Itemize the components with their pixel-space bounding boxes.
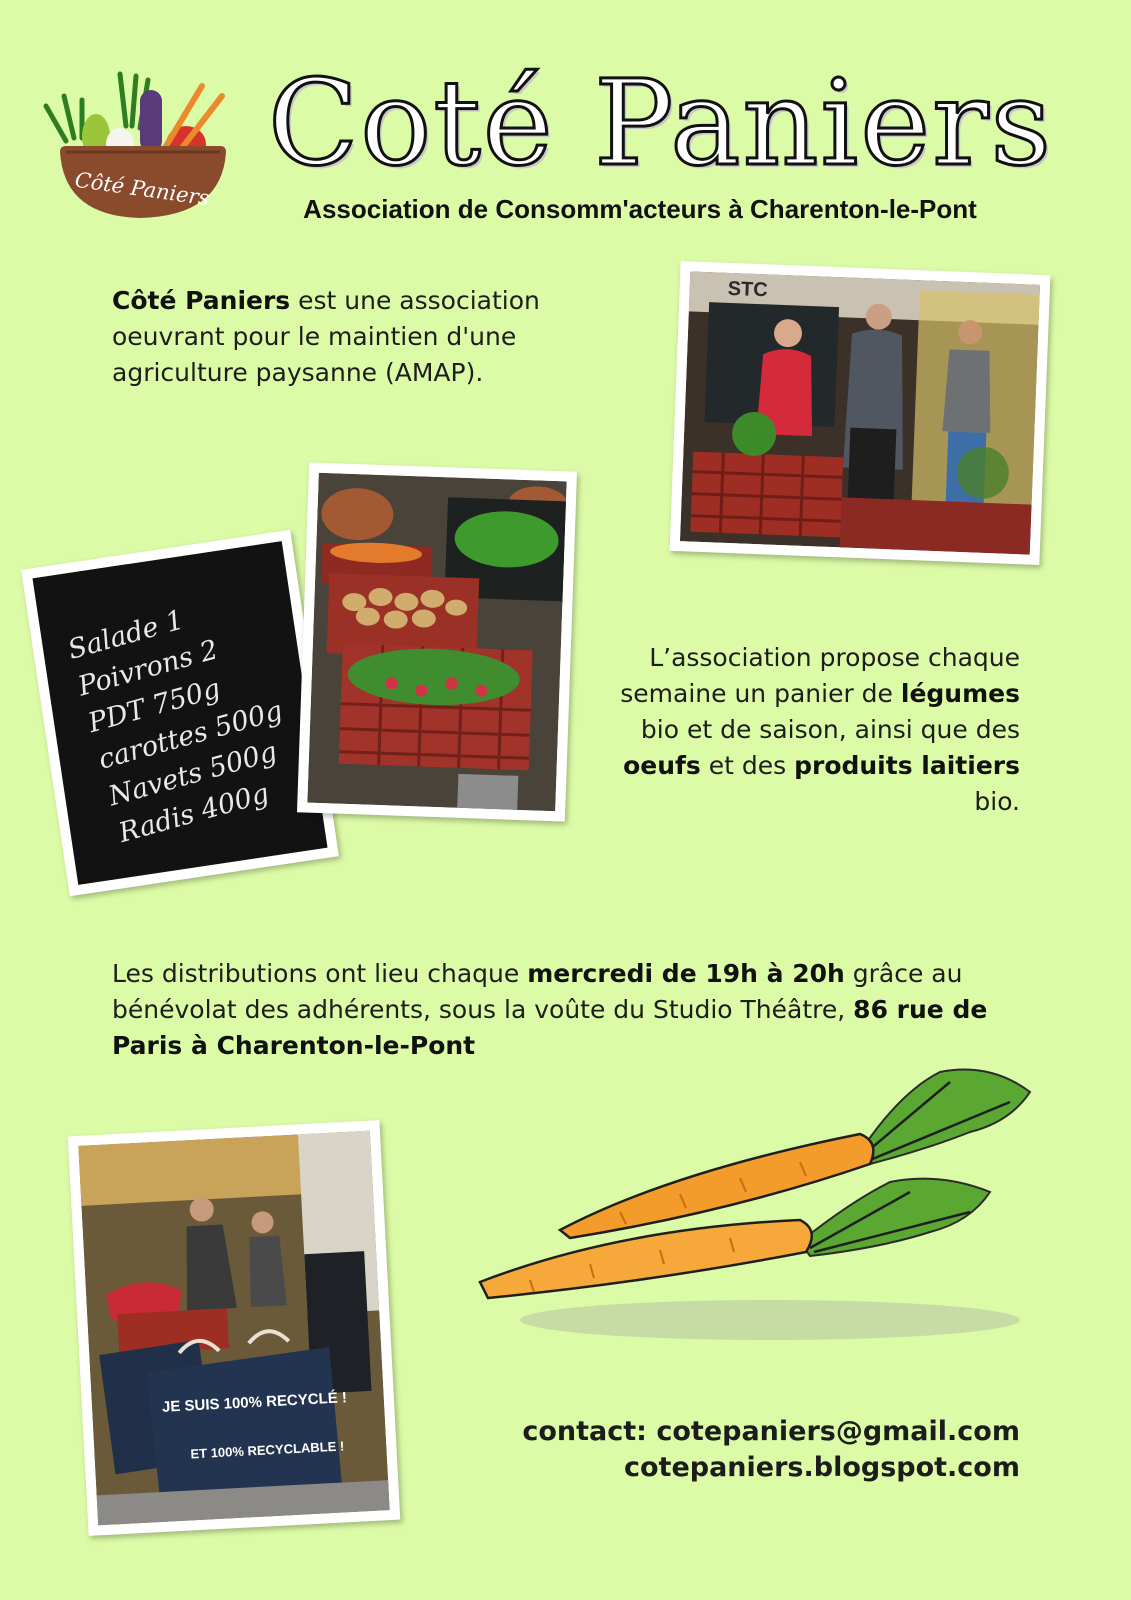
carrot-icon: [478, 1068, 1032, 1340]
basket-logo-icon: Côté Paniers: [43, 71, 226, 218]
intro-paragraph: Côté Paniers est une association oeuvran…: [112, 283, 582, 391]
distribution-paragraph: Les distributions ont lieu chaque mercre…: [112, 956, 992, 1064]
crates-photo: [296, 462, 578, 822]
carrots-illustration: [470, 1052, 1050, 1352]
offer-bold: oeufs: [623, 751, 701, 780]
logo: Côté Paniers: [36, 66, 236, 224]
offer-text: et des: [700, 751, 795, 780]
sign-text: STC: [727, 278, 768, 302]
offer-paragraph: L’association propose chaque semaine un …: [600, 640, 1020, 820]
recycled-bags-photo: JE SUIS 100% RECYCLÉ ! ET 100% RECYCLABL…: [67, 1120, 401, 1536]
contact-blog[interactable]: cotepaniers.blogspot.com: [500, 1450, 1020, 1486]
contact-block: contact: cotepaniers@gmail.com cotepanie…: [500, 1414, 1020, 1486]
offer-text: bio.: [974, 787, 1020, 816]
distribution-day: mercredi de 19h à 20h: [527, 959, 845, 988]
chalkboard-list: Salade 1 Poivrons 2 PDT 750g carottes 50…: [64, 572, 328, 853]
distribution-text: Les distributions ont lieu chaque: [112, 959, 528, 988]
contact-email[interactable]: contact: cotepaniers@gmail.com: [500, 1414, 1020, 1450]
page-title: Coté Paniers: [267, 53, 1054, 194]
distribution-photo: STC: [669, 261, 1051, 565]
chalkboard-photo: Salade 1 Poivrons 2 PDT 750g carottes 50…: [21, 529, 339, 897]
offer-bold: légumes: [900, 679, 1020, 708]
offer-bold: produits laitiers: [794, 751, 1020, 780]
intro-name: Côté Paniers: [112, 286, 291, 315]
page-subtitle: Association de Consomm'acteurs à Charent…: [303, 194, 977, 224]
offer-text: bio et de saison, ainsi que des: [640, 715, 1020, 744]
